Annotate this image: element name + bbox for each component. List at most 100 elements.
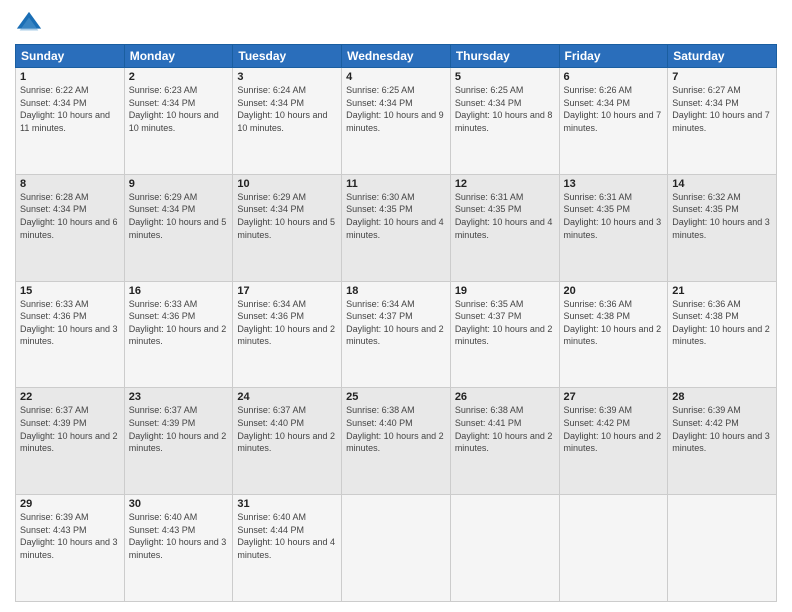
day-number: 17	[237, 285, 337, 297]
day-info: Sunrise: 6:23 AMSunset: 4:34 PMDaylight:…	[129, 85, 219, 133]
day-info: Sunrise: 6:34 AMSunset: 4:37 PMDaylight:…	[346, 299, 444, 347]
day-number: 13	[564, 178, 664, 190]
day-info: Sunrise: 6:33 AMSunset: 4:36 PMDaylight:…	[129, 299, 227, 347]
calendar-cell: 2 Sunrise: 6:23 AMSunset: 4:34 PMDayligh…	[124, 68, 233, 175]
calendar-cell: 3 Sunrise: 6:24 AMSunset: 4:34 PMDayligh…	[233, 68, 342, 175]
day-number: 1	[20, 71, 120, 83]
day-number: 6	[564, 71, 664, 83]
day-number: 3	[237, 71, 337, 83]
day-number: 10	[237, 178, 337, 190]
calendar-week-5: 29 Sunrise: 6:39 AMSunset: 4:43 PMDaylig…	[16, 495, 777, 602]
day-number: 4	[346, 71, 446, 83]
calendar-cell: 26 Sunrise: 6:38 AMSunset: 4:41 PMDaylig…	[450, 388, 559, 495]
calendar-cell: 29 Sunrise: 6:39 AMSunset: 4:43 PMDaylig…	[16, 495, 125, 602]
day-number: 14	[672, 178, 772, 190]
day-number: 7	[672, 71, 772, 83]
calendar-cell: 28 Sunrise: 6:39 AMSunset: 4:42 PMDaylig…	[668, 388, 777, 495]
day-number: 20	[564, 285, 664, 297]
day-info: Sunrise: 6:37 AMSunset: 4:40 PMDaylight:…	[237, 405, 335, 453]
day-number: 12	[455, 178, 555, 190]
calendar-cell: 17 Sunrise: 6:34 AMSunset: 4:36 PMDaylig…	[233, 281, 342, 388]
calendar-cell: 4 Sunrise: 6:25 AMSunset: 4:34 PMDayligh…	[342, 68, 451, 175]
page: SundayMondayTuesdayWednesdayThursdayFrid…	[0, 0, 792, 612]
calendar-cell: 15 Sunrise: 6:33 AMSunset: 4:36 PMDaylig…	[16, 281, 125, 388]
day-number: 28	[672, 391, 772, 403]
calendar-week-4: 22 Sunrise: 6:37 AMSunset: 4:39 PMDaylig…	[16, 388, 777, 495]
calendar-cell	[450, 495, 559, 602]
day-info: Sunrise: 6:32 AMSunset: 4:35 PMDaylight:…	[672, 192, 770, 240]
day-info: Sunrise: 6:36 AMSunset: 4:38 PMDaylight:…	[672, 299, 770, 347]
calendar-cell	[668, 495, 777, 602]
day-info: Sunrise: 6:36 AMSunset: 4:38 PMDaylight:…	[564, 299, 662, 347]
calendar-cell: 25 Sunrise: 6:38 AMSunset: 4:40 PMDaylig…	[342, 388, 451, 495]
day-info: Sunrise: 6:37 AMSunset: 4:39 PMDaylight:…	[129, 405, 227, 453]
day-number: 8	[20, 178, 120, 190]
calendar-cell: 18 Sunrise: 6:34 AMSunset: 4:37 PMDaylig…	[342, 281, 451, 388]
calendar-cell: 13 Sunrise: 6:31 AMSunset: 4:35 PMDaylig…	[559, 174, 668, 281]
day-info: Sunrise: 6:38 AMSunset: 4:41 PMDaylight:…	[455, 405, 553, 453]
calendar-cell	[559, 495, 668, 602]
day-number: 9	[129, 178, 229, 190]
day-number: 11	[346, 178, 446, 190]
calendar-dow-monday: Monday	[124, 45, 233, 68]
calendar-cell: 31 Sunrise: 6:40 AMSunset: 4:44 PMDaylig…	[233, 495, 342, 602]
day-info: Sunrise: 6:40 AMSunset: 4:43 PMDaylight:…	[129, 512, 227, 560]
day-number: 23	[129, 391, 229, 403]
calendar-cell: 6 Sunrise: 6:26 AMSunset: 4:34 PMDayligh…	[559, 68, 668, 175]
logo-icon	[15, 10, 43, 38]
calendar-cell: 30 Sunrise: 6:40 AMSunset: 4:43 PMDaylig…	[124, 495, 233, 602]
day-number: 24	[237, 391, 337, 403]
calendar-cell: 10 Sunrise: 6:29 AMSunset: 4:34 PMDaylig…	[233, 174, 342, 281]
calendar-cell: 23 Sunrise: 6:37 AMSunset: 4:39 PMDaylig…	[124, 388, 233, 495]
calendar-week-2: 8 Sunrise: 6:28 AMSunset: 4:34 PMDayligh…	[16, 174, 777, 281]
day-info: Sunrise: 6:39 AMSunset: 4:43 PMDaylight:…	[20, 512, 118, 560]
day-info: Sunrise: 6:24 AMSunset: 4:34 PMDaylight:…	[237, 85, 327, 133]
calendar-table: SundayMondayTuesdayWednesdayThursdayFrid…	[15, 44, 777, 602]
calendar-cell: 20 Sunrise: 6:36 AMSunset: 4:38 PMDaylig…	[559, 281, 668, 388]
day-number: 15	[20, 285, 120, 297]
day-info: Sunrise: 6:29 AMSunset: 4:34 PMDaylight:…	[237, 192, 335, 240]
day-number: 5	[455, 71, 555, 83]
day-number: 16	[129, 285, 229, 297]
calendar-dow-sunday: Sunday	[16, 45, 125, 68]
day-number: 30	[129, 498, 229, 510]
day-info: Sunrise: 6:26 AMSunset: 4:34 PMDaylight:…	[564, 85, 662, 133]
day-number: 22	[20, 391, 120, 403]
calendar-cell: 8 Sunrise: 6:28 AMSunset: 4:34 PMDayligh…	[16, 174, 125, 281]
calendar-cell: 16 Sunrise: 6:33 AMSunset: 4:36 PMDaylig…	[124, 281, 233, 388]
day-number: 18	[346, 285, 446, 297]
calendar-header-row: SundayMondayTuesdayWednesdayThursdayFrid…	[16, 45, 777, 68]
calendar-cell	[342, 495, 451, 602]
day-info: Sunrise: 6:34 AMSunset: 4:36 PMDaylight:…	[237, 299, 335, 347]
calendar-cell: 22 Sunrise: 6:37 AMSunset: 4:39 PMDaylig…	[16, 388, 125, 495]
day-number: 2	[129, 71, 229, 83]
logo	[15, 10, 47, 38]
day-info: Sunrise: 6:28 AMSunset: 4:34 PMDaylight:…	[20, 192, 118, 240]
calendar-cell: 19 Sunrise: 6:35 AMSunset: 4:37 PMDaylig…	[450, 281, 559, 388]
day-info: Sunrise: 6:31 AMSunset: 4:35 PMDaylight:…	[455, 192, 553, 240]
calendar-dow-tuesday: Tuesday	[233, 45, 342, 68]
calendar-cell: 27 Sunrise: 6:39 AMSunset: 4:42 PMDaylig…	[559, 388, 668, 495]
day-info: Sunrise: 6:29 AMSunset: 4:34 PMDaylight:…	[129, 192, 227, 240]
day-info: Sunrise: 6:35 AMSunset: 4:37 PMDaylight:…	[455, 299, 553, 347]
calendar-dow-saturday: Saturday	[668, 45, 777, 68]
calendar-cell: 14 Sunrise: 6:32 AMSunset: 4:35 PMDaylig…	[668, 174, 777, 281]
calendar-week-3: 15 Sunrise: 6:33 AMSunset: 4:36 PMDaylig…	[16, 281, 777, 388]
day-info: Sunrise: 6:38 AMSunset: 4:40 PMDaylight:…	[346, 405, 444, 453]
day-info: Sunrise: 6:27 AMSunset: 4:34 PMDaylight:…	[672, 85, 770, 133]
day-info: Sunrise: 6:39 AMSunset: 4:42 PMDaylight:…	[672, 405, 770, 453]
calendar-week-1: 1 Sunrise: 6:22 AMSunset: 4:34 PMDayligh…	[16, 68, 777, 175]
calendar-dow-thursday: Thursday	[450, 45, 559, 68]
calendar-dow-friday: Friday	[559, 45, 668, 68]
header	[15, 10, 777, 38]
day-info: Sunrise: 6:33 AMSunset: 4:36 PMDaylight:…	[20, 299, 118, 347]
calendar-cell: 12 Sunrise: 6:31 AMSunset: 4:35 PMDaylig…	[450, 174, 559, 281]
day-number: 29	[20, 498, 120, 510]
day-number: 21	[672, 285, 772, 297]
day-number: 26	[455, 391, 555, 403]
calendar-cell: 24 Sunrise: 6:37 AMSunset: 4:40 PMDaylig…	[233, 388, 342, 495]
calendar-cell: 11 Sunrise: 6:30 AMSunset: 4:35 PMDaylig…	[342, 174, 451, 281]
day-info: Sunrise: 6:37 AMSunset: 4:39 PMDaylight:…	[20, 405, 118, 453]
day-number: 27	[564, 391, 664, 403]
calendar-cell: 7 Sunrise: 6:27 AMSunset: 4:34 PMDayligh…	[668, 68, 777, 175]
